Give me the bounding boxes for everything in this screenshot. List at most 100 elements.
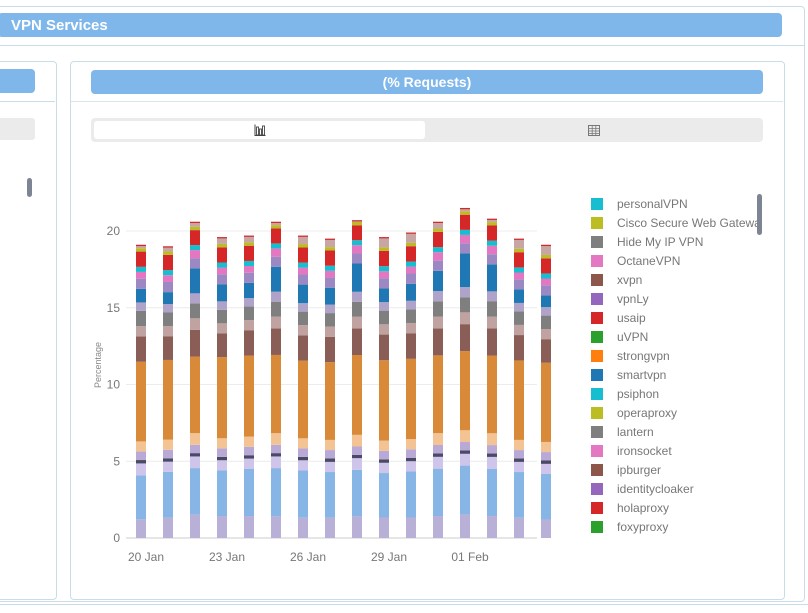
legend-swatch[interactable] xyxy=(591,502,603,514)
bar-segment xyxy=(136,441,146,452)
bar-segment xyxy=(163,292,173,305)
legend-label[interactable]: personalVPN xyxy=(617,197,688,211)
legend-label[interactable]: holaproxy xyxy=(617,501,669,515)
bar-segment xyxy=(298,456,308,461)
legend-swatch[interactable] xyxy=(591,274,603,286)
bar-segment xyxy=(406,461,416,472)
legend-swatch[interactable] xyxy=(591,350,603,362)
legend-swatch[interactable] xyxy=(591,483,603,495)
bar-segment xyxy=(487,225,497,241)
bar-segment xyxy=(514,461,524,473)
bar-segment xyxy=(433,444,443,454)
legend-label[interactable]: uVPN xyxy=(617,330,648,344)
bar-segment xyxy=(190,226,200,231)
bar-segment xyxy=(406,358,416,440)
bar-segment xyxy=(190,268,200,294)
bar-segment xyxy=(406,457,416,462)
bar-segment xyxy=(514,311,524,325)
bar-segment xyxy=(325,517,335,538)
bar-top-edge xyxy=(163,246,173,248)
legend-swatch[interactable] xyxy=(591,236,603,248)
bar-segment xyxy=(244,245,254,261)
legend-label[interactable]: psiphon xyxy=(617,387,659,401)
bar-segment xyxy=(352,240,362,246)
bar-segment xyxy=(163,336,173,360)
bar-segment xyxy=(514,450,524,459)
bar-segment xyxy=(541,460,551,464)
bar-segment xyxy=(136,266,146,272)
bar-segment xyxy=(217,243,227,248)
legend-label[interactable]: OctaneVPN xyxy=(617,254,680,268)
y-tick-label: 20 xyxy=(107,224,121,238)
legend-label[interactable]: operaproxy xyxy=(617,406,677,420)
bar-segment xyxy=(217,284,227,302)
legend-swatch[interactable] xyxy=(591,198,603,210)
legend-label[interactable]: Cisco Secure Web Gatewa xyxy=(617,216,761,230)
bar-segment xyxy=(163,312,173,327)
legend-swatch[interactable] xyxy=(591,407,603,419)
legend-label[interactable]: lantern xyxy=(617,425,654,439)
bar-segment xyxy=(190,356,200,434)
legend-swatch[interactable] xyxy=(591,255,603,267)
bar-segment xyxy=(325,458,335,462)
legend-swatch[interactable] xyxy=(591,369,603,381)
bar-segment xyxy=(190,514,200,538)
y-tick-label: 15 xyxy=(107,301,121,315)
legend-label[interactable]: ipburger xyxy=(617,463,661,477)
x-tick-label: 20 Jan xyxy=(128,550,164,564)
legend-label[interactable]: strongvpn xyxy=(617,349,670,363)
bar-segment xyxy=(271,266,281,292)
x-tick-label: 29 Jan xyxy=(371,550,407,564)
legend-swatch[interactable] xyxy=(591,293,603,305)
legend-label[interactable]: identitycloaker xyxy=(617,482,694,496)
bar-top-edge xyxy=(190,221,200,223)
bar-segment xyxy=(352,253,362,264)
legend-swatch[interactable] xyxy=(591,426,603,438)
bar-segment xyxy=(514,238,524,249)
legend-swatch[interactable] xyxy=(591,388,603,400)
legend-swatch[interactable] xyxy=(591,445,603,457)
bar-segment xyxy=(217,274,227,285)
bar-segment xyxy=(271,291,281,302)
bar-segment xyxy=(244,516,254,538)
bar-segment xyxy=(460,229,470,235)
legend-swatch[interactable] xyxy=(591,464,603,476)
bar-segment xyxy=(298,247,308,263)
bar-segment xyxy=(541,452,551,461)
bar-segment xyxy=(433,516,443,538)
bar-segment xyxy=(487,453,497,457)
bar-segment xyxy=(271,456,281,469)
legend-scrollbar[interactable] xyxy=(757,194,762,235)
legend-swatch[interactable] xyxy=(591,331,603,343)
legend-label[interactable]: usaip xyxy=(617,311,646,325)
legend-swatch[interactable] xyxy=(591,217,603,229)
bar-segment xyxy=(217,309,227,324)
legend-swatch[interactable] xyxy=(591,521,603,533)
bar-segment xyxy=(136,278,146,289)
legend-label[interactable]: foxyproxy xyxy=(617,520,668,534)
bar-segment xyxy=(433,453,443,457)
bar-segment xyxy=(352,291,362,302)
bar-segment xyxy=(406,309,416,323)
bar-segment xyxy=(244,320,254,331)
bar-segment xyxy=(487,328,497,356)
legend-label[interactable]: smartvpn xyxy=(617,368,666,382)
bar-segment xyxy=(325,304,335,314)
legend-label[interactable]: ironsocket xyxy=(617,444,672,458)
bar-segment xyxy=(217,262,227,268)
bar-segment xyxy=(433,316,443,329)
bar-segment xyxy=(352,328,362,356)
bar-segment xyxy=(460,324,470,352)
bar-segment xyxy=(379,271,389,279)
bar-segment xyxy=(136,302,146,311)
bar-segment xyxy=(514,248,524,253)
legend-label[interactable]: xvpn xyxy=(617,273,642,287)
bar-top-edge xyxy=(325,238,335,240)
bar-segment xyxy=(460,287,470,298)
bar-segment xyxy=(190,230,200,246)
legend-label[interactable]: Hide My IP VPN xyxy=(617,235,703,249)
legend-swatch[interactable] xyxy=(591,312,603,324)
bar-segment xyxy=(433,291,443,302)
legend-label[interactable]: vpnLy xyxy=(617,292,649,306)
bar-segment xyxy=(163,458,173,462)
